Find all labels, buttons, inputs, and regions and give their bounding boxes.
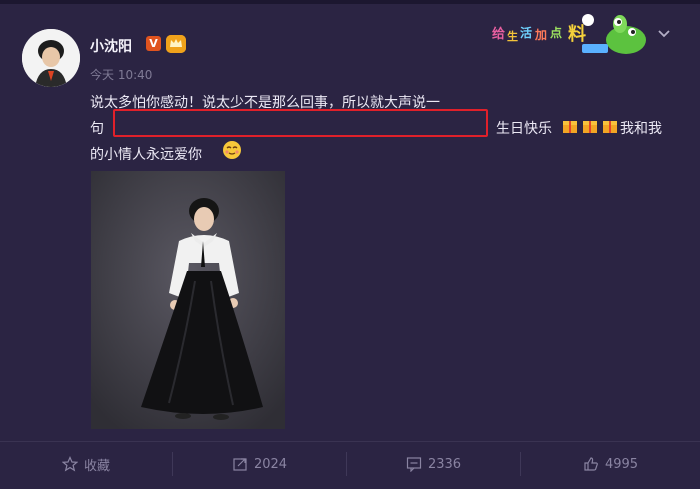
svg-text:活: 活 — [520, 25, 532, 40]
comment-icon — [406, 457, 422, 472]
vip-crown-icon — [166, 35, 186, 53]
action-bar-divider — [0, 441, 700, 442]
post-timestamp[interactable]: 今天 10:40 — [90, 66, 152, 83]
post-text-line2-prefix: 句 — [90, 121, 104, 137]
verified-badge: V — [146, 36, 161, 51]
star-icon — [61, 456, 78, 472]
post-photo[interactable] — [91, 171, 285, 429]
svg-text:生: 生 — [507, 29, 518, 43]
svg-text:点: 点 — [550, 25, 562, 40]
like-count: 4995 — [604, 456, 639, 472]
gift-icon — [582, 118, 598, 134]
post-text-line2-tail: 我和我 — [620, 121, 662, 137]
svg-text:加: 加 — [534, 27, 547, 42]
chevron-down-icon[interactable] — [657, 26, 671, 40]
gift-icon — [562, 118, 578, 134]
repost-count: 2024 — [253, 456, 288, 472]
gift-icon — [602, 118, 618, 134]
smile-emoji-icon — [222, 140, 242, 160]
highlight-box — [113, 109, 488, 137]
svg-text:料: 料 — [568, 23, 586, 45]
like-button[interactable]: 4995 — [521, 452, 700, 476]
like-icon — [584, 457, 598, 471]
post-text-line3: 的小情人永远爱你 — [90, 147, 202, 163]
author-name[interactable]: 小沈阳 — [90, 36, 132, 56]
weibo-post-card: 小沈阳 V 今天 10:40 给 生 活 加 点 料 说太多怕你感动！说太少不是… — [0, 0, 700, 489]
top-strip — [0, 0, 700, 4]
favorite-button[interactable]: 收藏 — [0, 452, 172, 476]
favorite-label: 收藏 — [83, 458, 110, 474]
comment-button[interactable]: 2336 — [347, 452, 520, 476]
post-text-line2-suffix: 生日快乐 — [496, 121, 552, 137]
avatar[interactable] — [22, 29, 80, 87]
repost-button[interactable]: 2024 — [173, 452, 346, 476]
sticker-decoration-icon: 给 生 活 加 点 料 — [490, 10, 660, 58]
comment-count: 2336 — [427, 456, 462, 472]
svg-text:给: 给 — [492, 26, 505, 42]
share-icon — [233, 458, 247, 471]
